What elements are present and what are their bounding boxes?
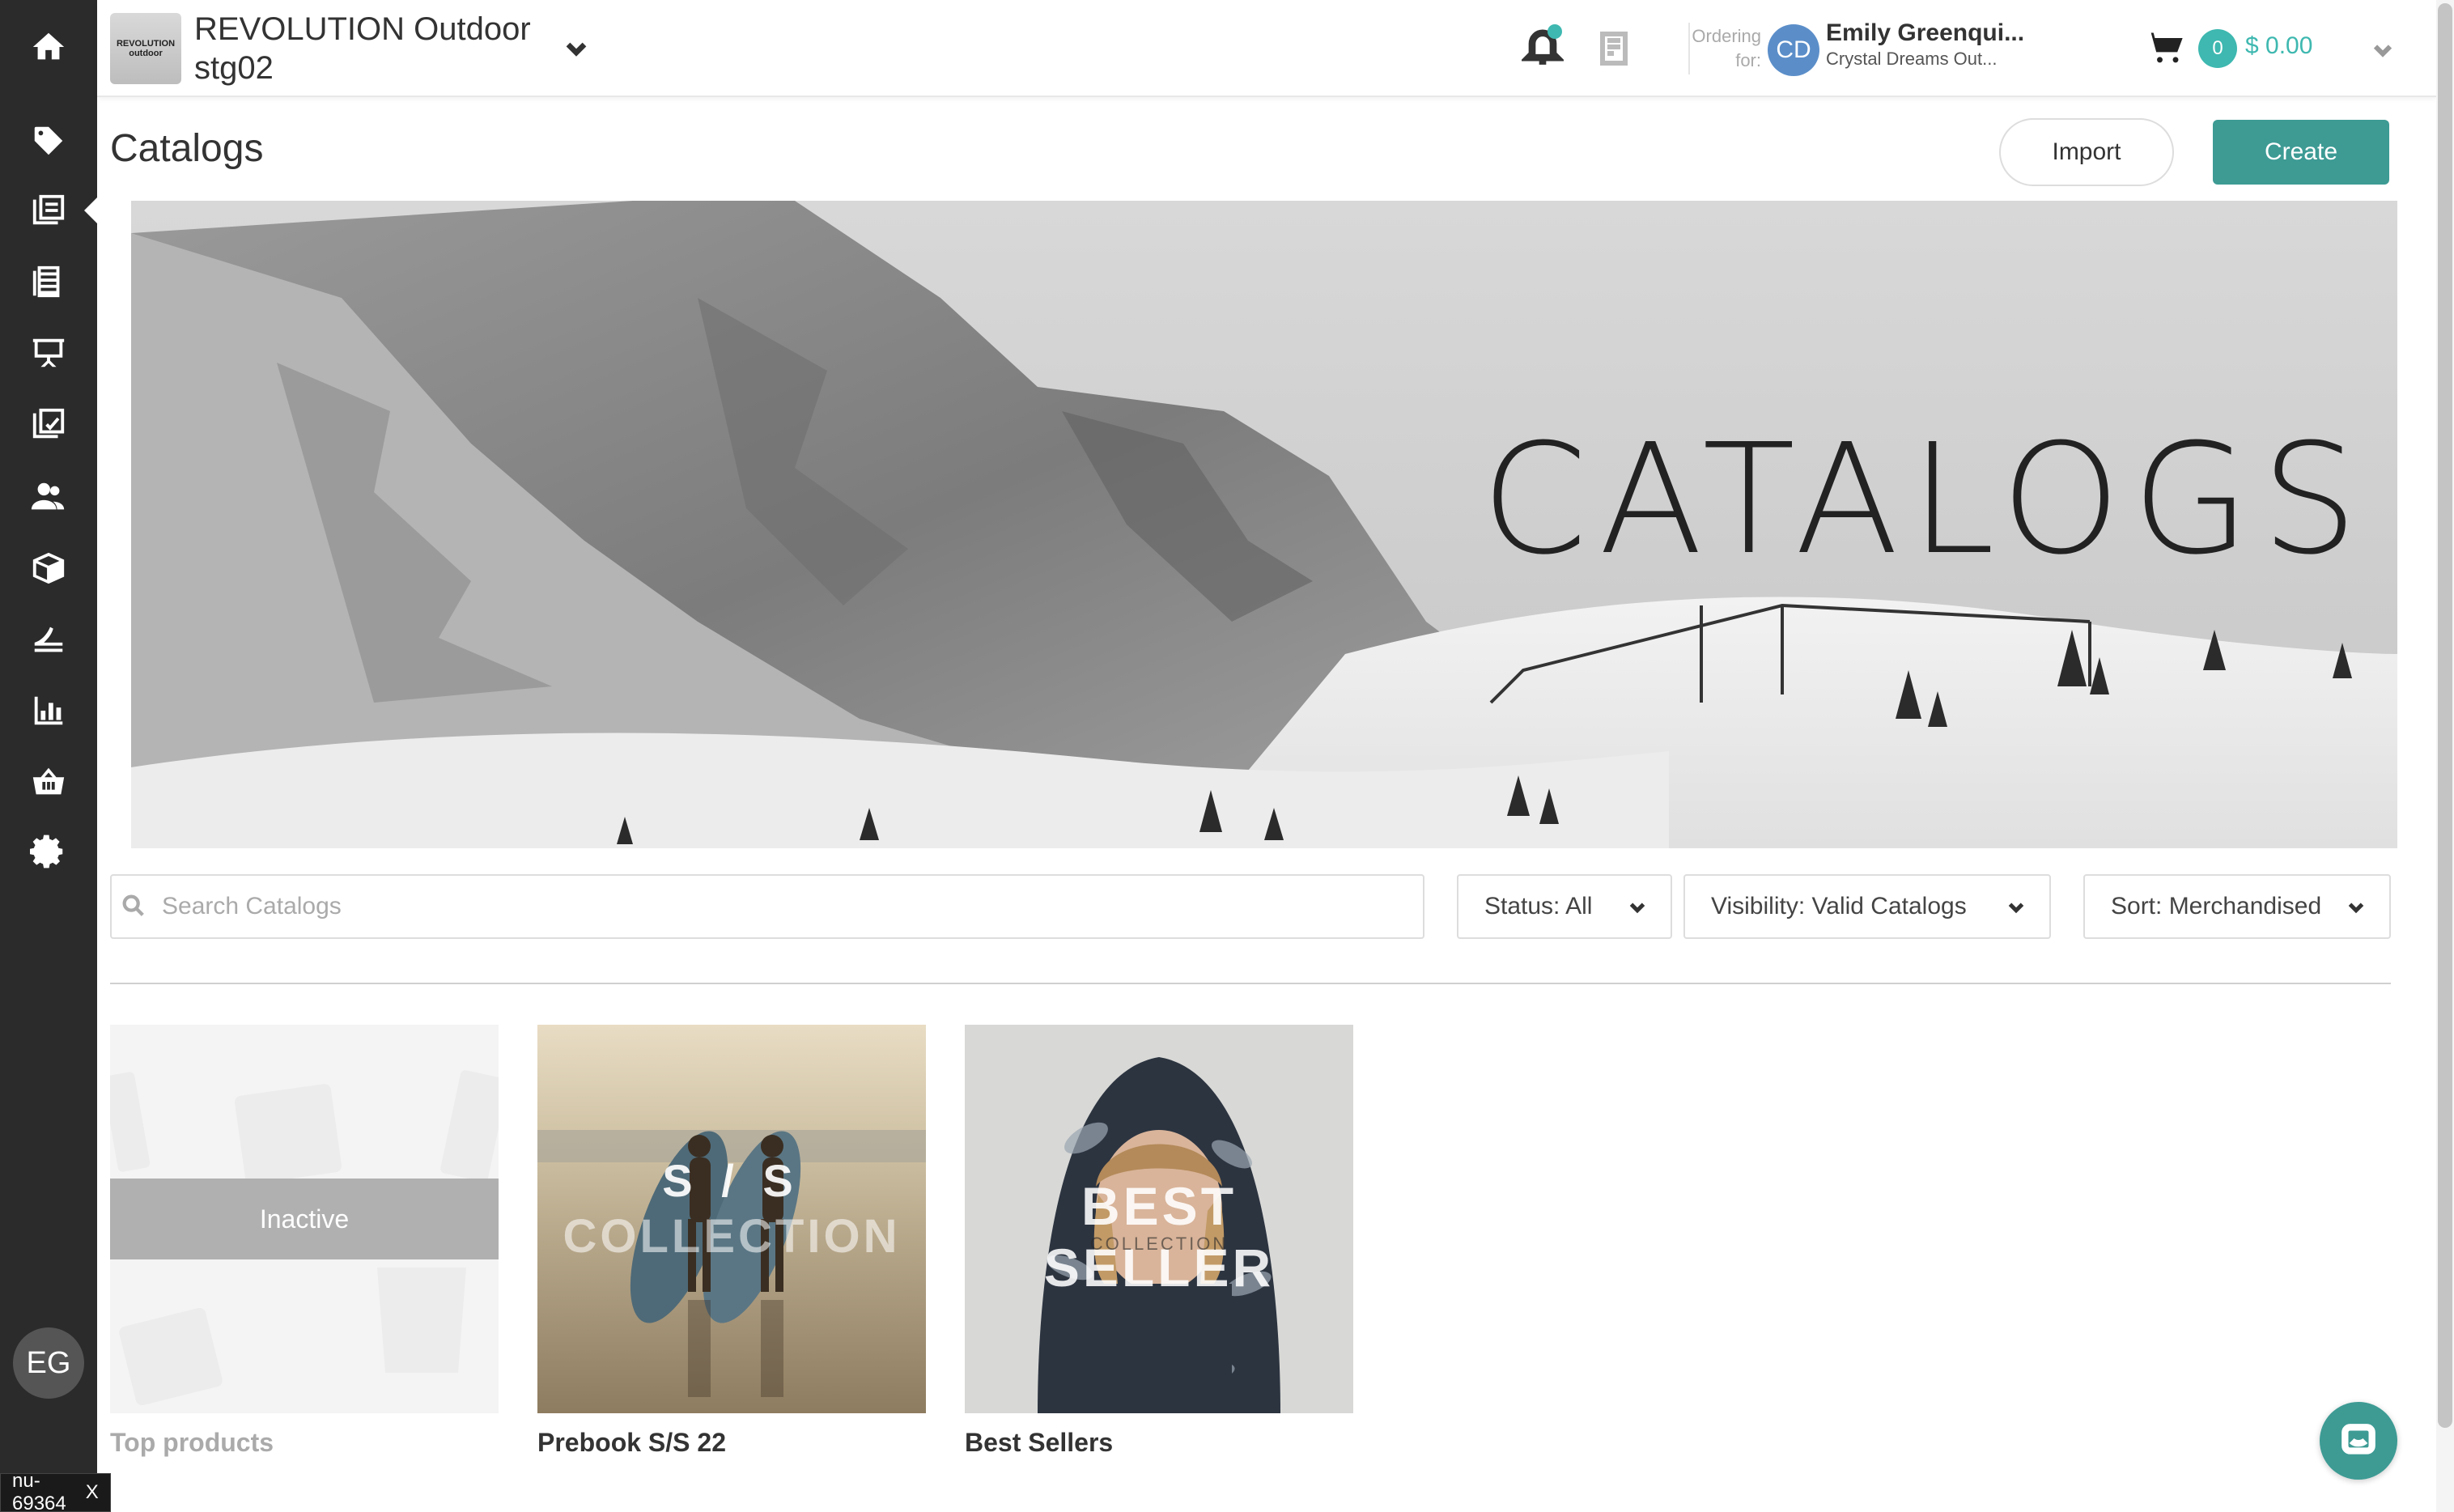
brand-logo-line1: REVOLUTION (116, 39, 176, 49)
banner-title: CATALOGS (1481, 411, 2370, 588)
account-chevron-down-icon[interactable] (2368, 36, 2397, 65)
tag-icon[interactable] (24, 117, 73, 165)
environment-tag: nu-69364 X (0, 1470, 111, 1512)
visibility-filter-label: Visibility: Valid Catalogs (1711, 893, 1967, 920)
status-filter-dropdown[interactable]: Status: All (1457, 874, 1672, 939)
chevron-down-icon (2344, 895, 2368, 920)
chevron-down-icon (1625, 895, 1649, 920)
ordering-for-label: Ordering for: (1672, 24, 1761, 73)
cart-icon[interactable] (2143, 28, 2192, 73)
sort-label: Sort: Merchandised (2111, 893, 2322, 920)
visibility-filter-dropdown[interactable]: Visibility: Valid Catalogs (1683, 874, 2051, 939)
catalog-overlay-title: S / S (662, 1155, 801, 1206)
section-divider (110, 983, 2391, 984)
catalog-cover-image[interactable]: S / S COLLECTION (537, 1025, 926, 1413)
create-button[interactable]: Create (2213, 120, 2389, 185)
cart-total[interactable]: $ 0.00 (2245, 32, 2312, 60)
inactive-status-band: Inactive (110, 1179, 499, 1259)
ordering-label-line1: Ordering (1692, 26, 1761, 46)
home-icon[interactable] (24, 23, 73, 71)
brand-logo-line2: outdoor (129, 49, 163, 58)
chevron-down-icon[interactable] (560, 32, 592, 65)
catalogs-banner: CATALOGS (131, 201, 2397, 848)
customer-avatar[interactable]: CD (1768, 24, 1819, 76)
order-sheet-icon[interactable] (1596, 29, 1635, 68)
catalogs-icon[interactable] (24, 186, 73, 235)
catalog-title[interactable]: Prebook S/S 22 (537, 1428, 926, 1458)
products-box-icon[interactable] (24, 544, 73, 592)
catalog-placeholder-image[interactable]: Inactive (110, 1025, 499, 1413)
presentation-icon[interactable] (24, 329, 73, 377)
environment-tag-label: nu-69364 (12, 1470, 66, 1512)
catalog-cover-image[interactable]: BEST SELLER COLLECTION (965, 1025, 1353, 1413)
sidebar-nav: EG nu-69364 X (0, 0, 111, 1512)
brand-environment: stg02 (194, 50, 274, 86)
notification-dot (1548, 24, 1562, 39)
ordering-label-line2: for: (1735, 50, 1761, 70)
catalog-overlay-subtitle: COLLECTION (1089, 1234, 1229, 1254)
reports-chart-icon[interactable] (24, 686, 73, 735)
shop-basket-icon[interactable] (24, 758, 73, 806)
linesheets-icon[interactable] (24, 257, 73, 306)
customer-user-name[interactable]: Emily Greenqui... (1826, 19, 2024, 47)
environment-tag-close[interactable]: X (86, 1481, 99, 1504)
promotions-icon[interactable] (24, 615, 73, 664)
sort-dropdown[interactable]: Sort: Merchandised (2083, 874, 2391, 939)
catalog-overlay-subtitle: COLLECTION (563, 1210, 901, 1263)
top-header: REVOLUTION outdoor REVOLUTION Outdoor st… (97, 0, 2436, 97)
search-input[interactable] (162, 876, 1408, 937)
catalog-title[interactable]: Best Sellers (965, 1428, 1353, 1458)
page-scrollbar-thumb[interactable] (2438, 3, 2452, 1428)
import-button[interactable]: Import (1999, 118, 2174, 186)
catalog-title[interactable]: Top products (110, 1428, 499, 1458)
brand-switcher[interactable]: REVOLUTION Outdoor stg02 (194, 10, 531, 87)
cart-count-badge[interactable]: 0 (2198, 29, 2237, 68)
catalog-card-prebook[interactable]: S / S COLLECTION Prebook S/S 22 (537, 1025, 926, 1458)
chat-support-button[interactable] (2320, 1402, 2397, 1480)
brand-name: REVOLUTION Outdoor (194, 11, 531, 47)
catalog-card-best-sellers[interactable]: BEST SELLER COLLECTION Best Sellers (965, 1025, 1353, 1458)
chevron-down-icon (2004, 895, 2028, 920)
chat-icon (2341, 1424, 2375, 1455)
status-filter-label: Status: All (1484, 893, 1593, 920)
bell-icon[interactable] (1520, 23, 1570, 74)
customer-company-name[interactable]: Crystal Dreams Out... (1826, 49, 1997, 70)
search-icon (120, 892, 149, 921)
customers-icon[interactable] (24, 473, 73, 521)
user-avatar[interactable]: EG (13, 1327, 84, 1399)
active-indicator (84, 196, 99, 225)
brand-logo[interactable]: REVOLUTION outdoor (110, 13, 181, 84)
catalog-card-top-products[interactable]: Inactive Top products (110, 1025, 499, 1458)
page-title: Catalogs (110, 127, 264, 170)
orders-checklist-icon[interactable] (24, 400, 73, 448)
settings-gear-icon[interactable] (24, 827, 73, 876)
